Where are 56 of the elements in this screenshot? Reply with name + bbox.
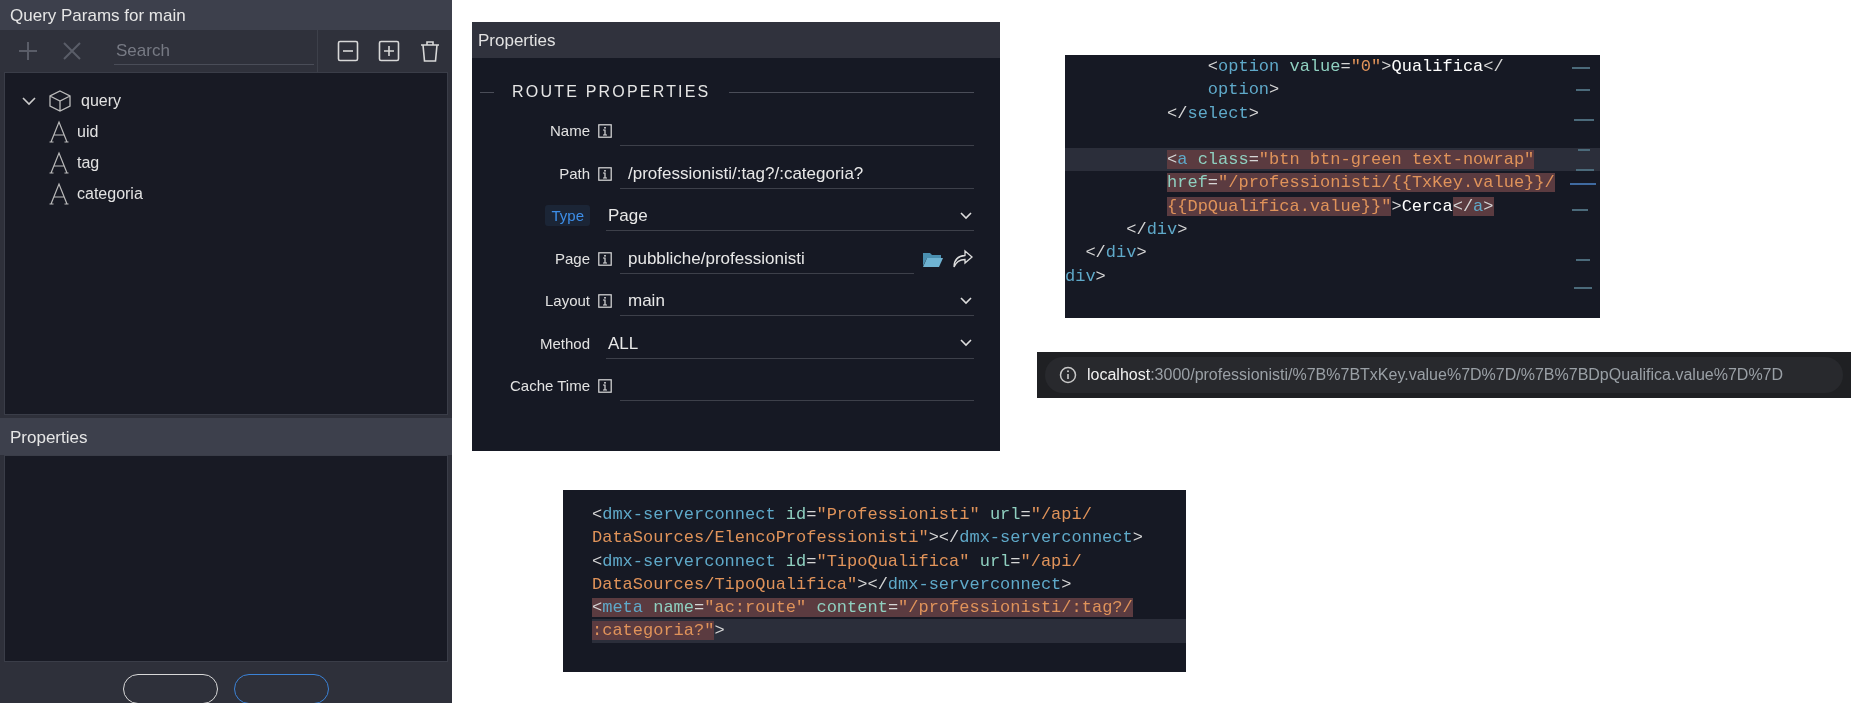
info-icon[interactable] [598,166,612,181]
info-icon[interactable] [598,294,612,309]
code-line: option> [1207,80,1280,100]
code-line: {{DpQualifica.value}}">Cerca</a> [1167,196,1494,216]
panel-title: Query Params for main [0,0,452,30]
tree-item[interactable]: tag [77,150,100,175]
share-arrow-icon[interactable] [952,248,974,269]
field-label: Page [554,249,590,267]
letter-a-icon [49,150,69,175]
code-line: div> [1065,266,1106,286]
section-heading: ROUTE PROPERTIES [512,82,711,102]
chevron-down-icon [960,211,972,220]
minus-box-icon [337,40,359,62]
chevron-down-icon [960,339,972,348]
dropdown[interactable]: main [620,286,974,317]
chevron-down-icon [960,296,972,305]
url-text: localhost:3000/professionisti/%7B%7BTxKey.value%7D%7D/%7B%7BDpQualifica.value%7D%7D [1087,365,1784,385]
dropdown[interactable]: Page [606,201,974,232]
field-label: Name [550,122,590,139]
address-bar[interactable]: localhost:3000/professionisti/%7B%7BTxKey.value%7D%7D/%7B%7BDpQualifica.value%7D%7D [1045,357,1843,393]
code-line: </select> [1167,103,1259,123]
info-icon[interactable] [1059,366,1077,384]
code-line: </div> [1085,243,1147,263]
input-field[interactable]: pubbliche/professionisti [620,243,914,274]
add-icon [17,40,39,62]
code-line: </div> [1126,220,1188,240]
field-label: Layout [544,292,590,309]
letter-a-icon [49,181,69,206]
field-label: Cache Time [509,377,590,394]
input-field[interactable]: /professionisti/:tag?/:categoria? [620,158,974,189]
trash-icon [419,40,441,62]
info-icon[interactable] [598,124,612,139]
code-line: <option value="0">Qualifica</ [1207,57,1504,76]
code-line: DataSources/TipoQualifica"></dmx-serverconnect> [592,574,1072,594]
code-line: DataSources/ElencoProfessionisti"></dmx-serverconnect> [592,528,1143,548]
tree-item[interactable]: uid [77,119,99,144]
dropdown[interactable]: ALL [606,328,974,359]
field-label: Type [545,205,590,226]
code-line: <a class="btn btn-green text-nowrap" [1167,150,1535,170]
info-icon[interactable] [598,251,612,266]
field-label: Method [539,334,590,352]
code-line: <dmx-serverconnect id="Professionisti" url="/api/ [592,505,1092,524]
field-label: Path [559,164,590,182]
code-line: href="/professionisti/{{TxKey.value}}/ [1167,173,1555,193]
panel-title: Properties [472,22,1000,58]
tree-node[interactable]: query [81,88,122,113]
close-icon [61,40,83,62]
search-field[interactable]: Search [114,36,314,66]
tree-item[interactable]: categoria [77,181,143,206]
code-line: :categoria?"> [592,621,725,641]
panel-header: Properties [0,418,452,456]
info-icon[interactable] [598,379,612,394]
letter-a-icon [49,119,69,144]
code-line: <meta name="ac:route" content="/professionisti/:tag?/ [592,598,1133,618]
plus-box-icon [378,40,400,62]
code-line: <dmx-serverconnect id="TipoQualifica" url="/api/ [592,551,1082,571]
